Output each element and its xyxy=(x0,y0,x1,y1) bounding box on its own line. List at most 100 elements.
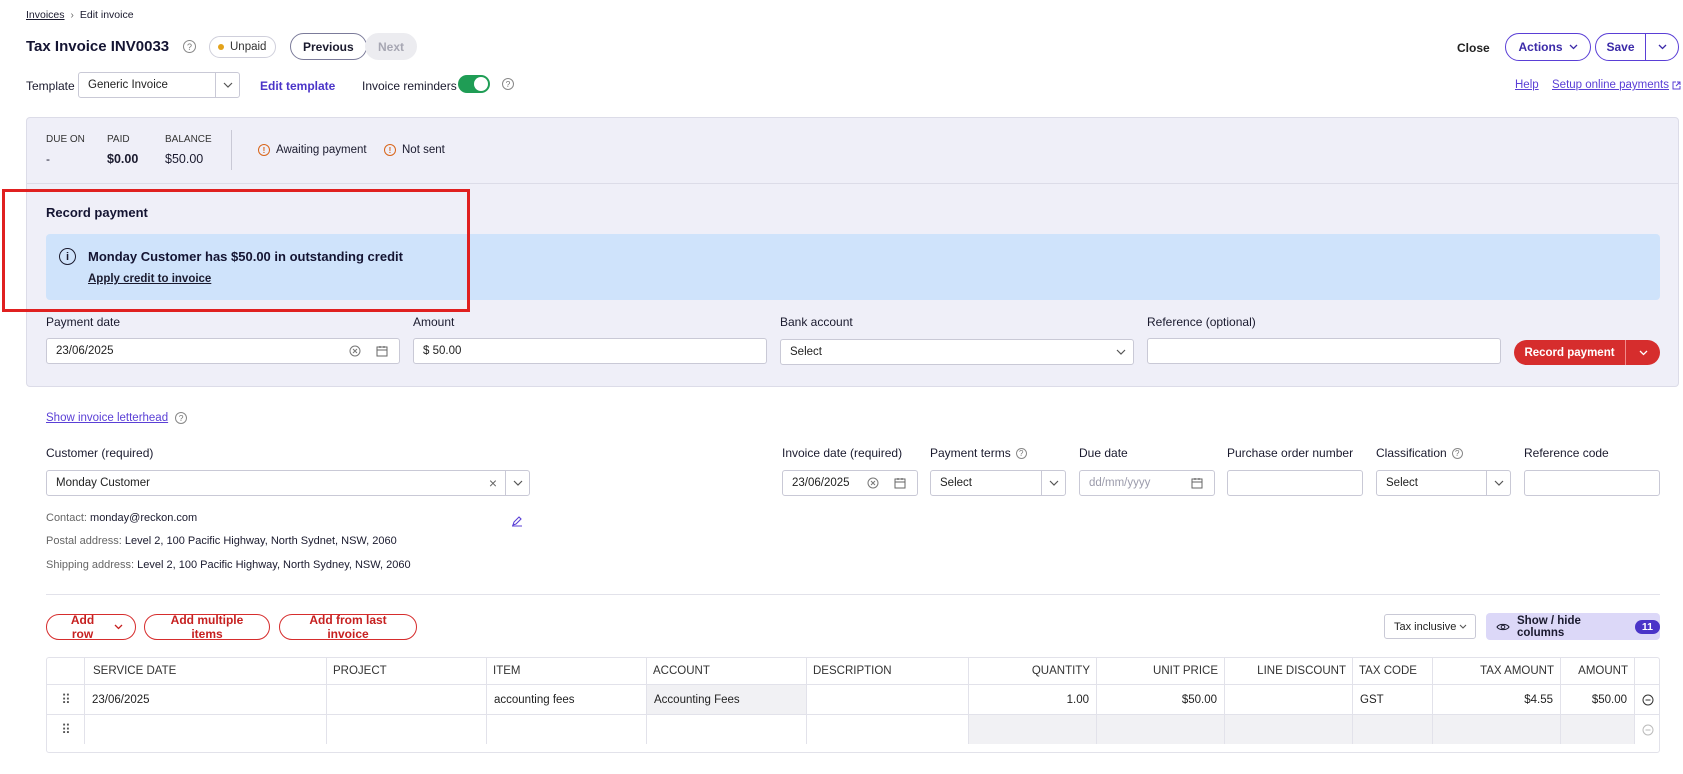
shipping-address-line: Shipping address: Level 2, 100 Pacific H… xyxy=(46,559,411,571)
chevron-down-icon[interactable] xyxy=(505,471,529,495)
previous-button[interactable]: Previous xyxy=(290,33,367,60)
remove-row-icon[interactable] xyxy=(1635,684,1659,714)
help-icon[interactable]: ? xyxy=(183,40,196,53)
classification-select[interactable]: Select xyxy=(1376,470,1511,496)
calendar-icon[interactable] xyxy=(376,345,388,357)
cell-description[interactable] xyxy=(807,684,969,714)
reference-field[interactable] xyxy=(1147,338,1501,364)
setup-online-payments-link[interactable]: Setup online payments xyxy=(1552,79,1681,91)
column-header-item: ITEM xyxy=(487,658,647,684)
amount-field[interactable]: $ 50.00 xyxy=(413,338,767,364)
help-icon[interactable]: ? xyxy=(175,412,188,424)
cell-amount[interactable]: $50.00 xyxy=(1561,684,1635,714)
show-letterhead-link[interactable]: Show invoice letterhead xyxy=(46,412,168,424)
remove-row-icon xyxy=(1635,714,1659,744)
payment-terms-select[interactable]: Select xyxy=(930,470,1066,496)
clear-icon[interactable] xyxy=(867,477,879,489)
cell-description[interactable] xyxy=(807,714,969,744)
due-on-label: DUE ON xyxy=(46,134,85,145)
template-label: Template xyxy=(26,79,75,93)
balance-label: BALANCE xyxy=(165,134,212,145)
status-dot-icon xyxy=(218,44,224,50)
save-split-button: Save xyxy=(1595,33,1679,61)
classification-label-group: Classification ? xyxy=(1376,446,1463,460)
clear-icon[interactable] xyxy=(349,345,361,357)
reference-code-field[interactable] xyxy=(1524,470,1660,496)
cell-project[interactable] xyxy=(327,714,487,744)
save-options-chevron-icon[interactable] xyxy=(1646,34,1678,60)
invoice-reminders-toggle[interactable] xyxy=(458,75,490,93)
warning-circle-icon: ! xyxy=(258,144,270,156)
due-on-value: - xyxy=(46,152,50,166)
paid-label: PAID xyxy=(107,134,130,145)
cell-item[interactable] xyxy=(487,714,647,744)
eye-icon xyxy=(1496,622,1510,632)
add-multiple-items-button[interactable]: Add multiple items xyxy=(144,613,270,641)
payment-terms-label: Payment terms xyxy=(930,446,1011,460)
breadcrumb: Invoices › Edit invoice xyxy=(26,9,134,21)
cell-line-discount[interactable] xyxy=(1225,684,1353,714)
customer-select[interactable]: Monday Customer × xyxy=(46,470,530,496)
template-select[interactable]: Generic Invoice xyxy=(78,72,240,98)
save-button[interactable]: Save xyxy=(1596,34,1646,60)
due-date-field[interactable]: dd/mm/yyyy xyxy=(1079,470,1215,496)
chevron-down-icon xyxy=(1459,624,1467,629)
chevron-down-icon xyxy=(1116,349,1126,355)
warning-circle-icon: ! xyxy=(384,144,396,156)
payment-date-field[interactable]: 23/06/2025 xyxy=(46,338,400,364)
column-header-account: ACCOUNT xyxy=(647,658,807,684)
tax-mode-select[interactable]: Tax inclusive xyxy=(1384,614,1476,639)
edit-contact-icon[interactable] xyxy=(511,515,523,527)
add-row-button[interactable]: Add row xyxy=(46,613,136,641)
help-link[interactable]: Help xyxy=(1515,79,1539,91)
invoice-date-label: Invoice date (required) xyxy=(782,446,903,460)
breadcrumb-invoices-link[interactable]: Invoices xyxy=(26,9,65,21)
record-payment-split-button: Record payment xyxy=(1514,340,1660,365)
drag-handle-icon[interactable]: ⠿ xyxy=(47,714,85,744)
calendar-icon[interactable] xyxy=(1191,477,1203,489)
po-number-field[interactable] xyxy=(1227,470,1363,496)
add-from-last-invoice-button[interactable]: Add from last invoice xyxy=(279,613,417,641)
show-hide-columns-button[interactable]: Show / hide columns 11 xyxy=(1486,613,1660,640)
chevron-down-icon xyxy=(1569,44,1578,50)
drag-handle-icon[interactable]: ⠿ xyxy=(47,684,85,714)
actions-button[interactable]: Actions xyxy=(1505,33,1591,61)
po-number-label: Purchase order number xyxy=(1227,446,1354,460)
cell-amount xyxy=(1561,714,1635,744)
summary-vertical-divider xyxy=(231,130,232,170)
next-button[interactable]: Next xyxy=(365,33,418,60)
cell-item[interactable]: accounting fees xyxy=(487,684,647,714)
cell-project[interactable] xyxy=(327,684,487,714)
reference-code-label: Reference code xyxy=(1524,446,1609,460)
status-badge: Unpaid xyxy=(209,36,277,58)
clear-icon[interactable]: × xyxy=(489,475,497,491)
payment-terms-label-group: Payment terms ? xyxy=(930,446,1027,460)
help-icon[interactable]: ? xyxy=(1015,447,1027,459)
postal-address-line: Postal address: Level 2, 100 Pacific Hig… xyxy=(46,535,397,547)
cell-quantity[interactable]: 1.00 xyxy=(969,684,1097,714)
external-link-icon xyxy=(1672,81,1681,90)
cell-tax-amount[interactable]: $4.55 xyxy=(1433,684,1561,714)
cell-account[interactable] xyxy=(647,714,807,744)
column-header-project: PROJECT xyxy=(327,658,487,684)
amount-label: Amount xyxy=(413,315,455,329)
cell-service-date[interactable]: 23/06/2025 xyxy=(85,684,327,714)
help-icon[interactable]: ? xyxy=(502,78,514,90)
bank-account-select[interactable]: Select xyxy=(780,339,1134,365)
cell-tax-code[interactable]: GST xyxy=(1353,684,1433,714)
cell-unit-price[interactable]: $50.00 xyxy=(1097,684,1225,714)
column-header-tax-code: TAX CODE xyxy=(1353,658,1433,684)
chevron-down-icon[interactable] xyxy=(1626,340,1660,365)
bank-account-label: Bank account xyxy=(780,315,853,329)
invoice-date-field[interactable]: 23/06/2025 xyxy=(782,470,918,496)
cell-service-date[interactable] xyxy=(85,714,327,744)
reference-label: Reference (optional) xyxy=(1147,315,1256,329)
cell-account[interactable]: Accounting Fees xyxy=(647,684,807,714)
edit-template-link[interactable]: Edit template xyxy=(260,79,335,93)
help-icon[interactable]: ? xyxy=(1451,447,1463,459)
hidden-columns-count-badge: 11 xyxy=(1634,619,1660,634)
cell-tax-code xyxy=(1353,714,1433,744)
record-payment-button[interactable]: Record payment xyxy=(1514,340,1626,365)
close-button[interactable]: Close xyxy=(1457,41,1490,55)
calendar-icon[interactable] xyxy=(894,477,906,489)
